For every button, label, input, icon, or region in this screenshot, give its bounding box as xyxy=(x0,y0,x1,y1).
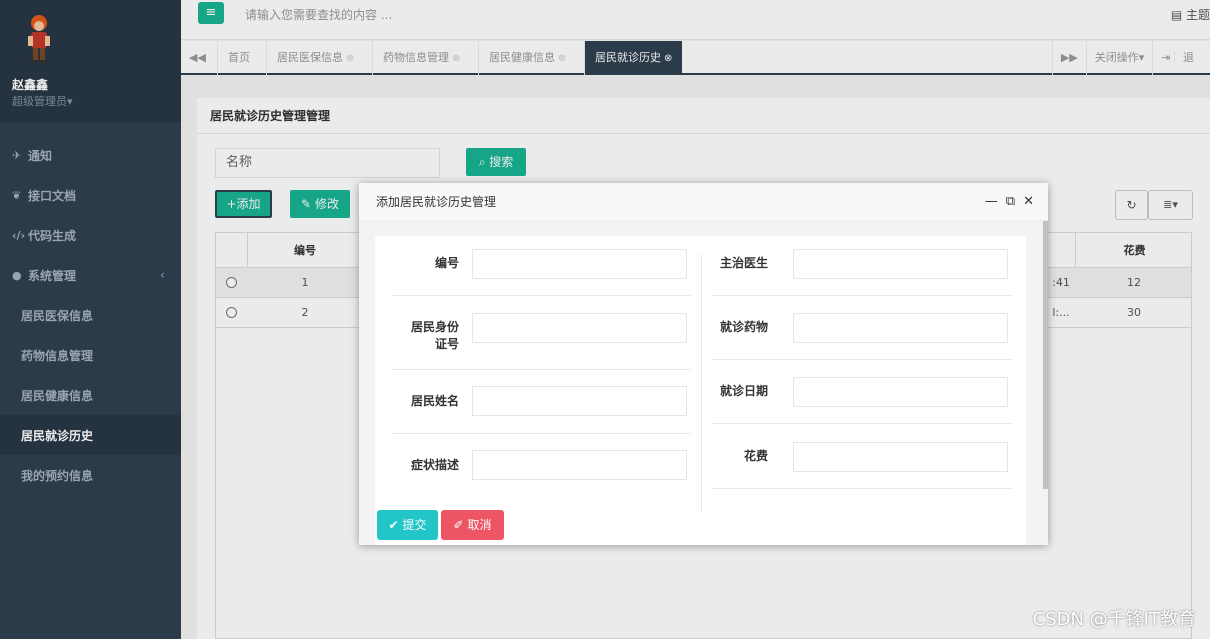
row-divider xyxy=(391,433,691,434)
dialog-title: 添加居民就诊历史管理 xyxy=(376,195,497,209)
close-icon[interactable]: ✕ xyxy=(1023,194,1034,209)
submit-button[interactable]: ✔ 提交 xyxy=(377,510,438,540)
field-label-id: 编号 xyxy=(434,256,459,270)
cancel-button[interactable]: ✐ 取消 xyxy=(441,510,504,540)
symptoms-input[interactable] xyxy=(472,450,687,480)
field-label-cost: 花费 xyxy=(743,449,768,463)
field-label-line: 居民身份 xyxy=(410,320,459,334)
id-input[interactable] xyxy=(472,249,687,279)
field-label-symptoms: 症状描述 xyxy=(410,458,459,472)
row-divider xyxy=(712,423,1012,424)
cancel-label: 取消 xyxy=(467,518,492,532)
minimize-icon[interactable]: — xyxy=(985,194,998,209)
id-card-input[interactable] xyxy=(472,313,687,343)
visit-date-input[interactable] xyxy=(793,377,1008,407)
submit-label: 提交 xyxy=(402,518,427,532)
medicine-input[interactable] xyxy=(793,313,1008,343)
doctor-input[interactable] xyxy=(793,249,1008,279)
watermark: CSDN @千锋IT教育 xyxy=(1032,609,1196,630)
field-label-doctor: 主治医生 xyxy=(719,256,768,270)
row-divider xyxy=(712,488,1012,489)
cost-input[interactable] xyxy=(793,442,1008,472)
field-label-line: 证号 xyxy=(434,337,459,351)
row-divider xyxy=(391,295,691,296)
field-label-id-card: 居民身份 证号 xyxy=(399,319,459,353)
dialog-controls: — ⧉ ✕ xyxy=(977,183,1034,221)
visit-form: 编号 居民身份 证号 居民姓名 症状描述 主治医生 就诊药物 就诊日期 花费 xyxy=(375,236,1026,545)
dialog-body: 编号 居民身份 证号 居民姓名 症状描述 主治医生 就诊药物 就诊日期 花费 ✔… xyxy=(359,221,1048,545)
check-icon: ✔ xyxy=(388,518,399,532)
field-label-medicine: 就诊药物 xyxy=(719,320,768,334)
row-divider xyxy=(712,359,1012,360)
field-label-resident-name: 居民姓名 xyxy=(410,394,459,408)
row-divider xyxy=(391,369,691,370)
maximize-icon[interactable]: ⧉ xyxy=(1006,194,1015,209)
row-divider xyxy=(712,295,1012,296)
dialog-header: 添加居民就诊历史管理 — ⧉ ✕ xyxy=(359,183,1048,221)
field-label-visit-date: 就诊日期 xyxy=(719,384,768,398)
add-visit-dialog: 添加居民就诊历史管理 — ⧉ ✕ 编号 居民身份 证号 居民姓名 症状描述 主治医生 xyxy=(359,183,1048,545)
column-divider xyxy=(701,254,702,512)
dialog-scrollbar[interactable] xyxy=(1043,221,1048,489)
eraser-icon: ✐ xyxy=(453,518,464,532)
resident-name-input[interactable] xyxy=(472,386,687,416)
